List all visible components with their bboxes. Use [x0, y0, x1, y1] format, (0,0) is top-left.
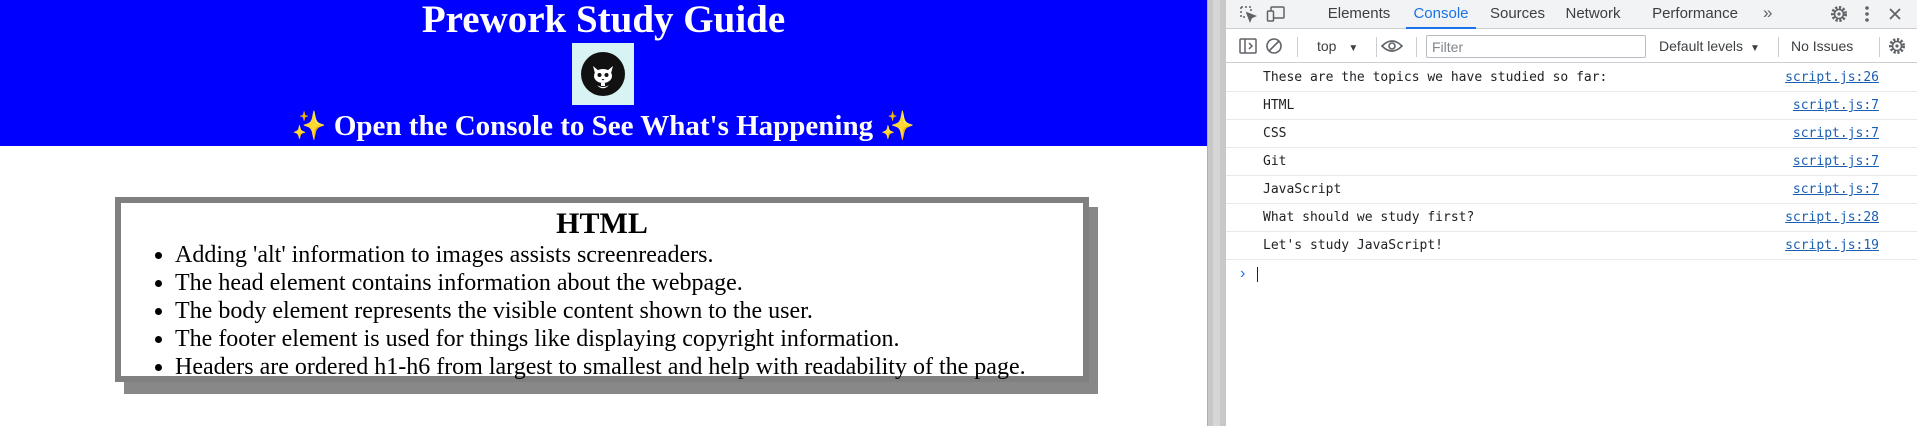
- log-levels-select[interactable]: Default levels ▼: [1659, 36, 1760, 56]
- sparkle-icon: ✨: [880, 111, 916, 142]
- chevron-down-icon: ▼: [1749, 43, 1760, 54]
- hero-header: Prework Study Guide ✨ Open the Console t…: [0, 0, 1207, 146]
- tab-elements[interactable]: Elements: [1319, 0, 1399, 29]
- list-item: The body element represents the visible …: [175, 297, 1075, 325]
- device-toolbar-icon[interactable]: [1265, 3, 1287, 25]
- devtools-panel: Elements Console Sources Network Perform…: [1226, 0, 1917, 426]
- toolbar-divider: [1297, 37, 1298, 57]
- filter-input[interactable]: [1426, 35, 1646, 58]
- source-link[interactable]: script.js:7: [1793, 92, 1879, 120]
- console-output: These are the topics we have studied so …: [1226, 64, 1917, 288]
- kebab-menu-icon[interactable]: [1856, 3, 1878, 25]
- log-levels-value: Default levels: [1659, 38, 1744, 54]
- sidebar-toggle-icon[interactable]: [1237, 35, 1259, 57]
- toolbar-divider: [1376, 37, 1377, 57]
- list-item: Adding 'alt' information to images assis…: [175, 241, 1075, 269]
- more-tabs-button[interactable]: »: [1763, 0, 1772, 29]
- console-message: What should we study first?: [1263, 210, 1475, 225]
- console-settings-gear-icon[interactable]: [1886, 35, 1908, 57]
- sparkle-icon: ✨: [291, 111, 327, 142]
- console-message: HTML: [1263, 98, 1295, 113]
- console-message-row: These are the topics we have studied so …: [1226, 64, 1917, 92]
- console-message: These are the topics we have studied so …: [1263, 70, 1608, 85]
- list-item: Headers are ordered h1-h6 from largest t…: [175, 353, 1075, 381]
- context-value: top: [1317, 38, 1337, 54]
- console-message-row: Git script.js:7: [1226, 148, 1917, 176]
- issues-button[interactable]: No Issues: [1791, 36, 1853, 56]
- tab-console[interactable]: Console: [1406, 0, 1476, 29]
- splitter-grip[interactable]: [1213, 0, 1220, 426]
- subtitle-text: Open the Console to See What's Happening: [333, 110, 874, 142]
- card-title: HTML: [556, 207, 648, 240]
- console-toolbar: top ▼ Default levels ▼ No Issues: [1226, 30, 1917, 63]
- tab-sources[interactable]: Sources: [1484, 0, 1551, 29]
- console-message: JavaScript: [1263, 182, 1342, 197]
- source-link[interactable]: script.js:26: [1785, 64, 1879, 92]
- study-card: HTML Adding 'alt' information to images …: [115, 197, 1089, 382]
- chevron-down-icon: ▼: [1348, 43, 1359, 54]
- console-message: CSS: [1263, 126, 1287, 141]
- tab-network[interactable]: Network: [1557, 0, 1629, 29]
- console-message-row: CSS script.js:7: [1226, 120, 1917, 148]
- console-prompt[interactable]: ›: [1226, 260, 1917, 288]
- source-link[interactable]: script.js:28: [1785, 204, 1879, 232]
- devtools-tab-bar: Elements Console Sources Network Perform…: [1226, 0, 1917, 29]
- prompt-chevron-icon: ›: [1240, 265, 1246, 282]
- list-item: The footer element is used for things li…: [175, 325, 1075, 353]
- close-icon[interactable]: [1884, 3, 1906, 25]
- toolbar-divider: [1879, 37, 1880, 57]
- console-message: Let's study JavaScript!: [1263, 238, 1444, 253]
- toolbar-divider: [1778, 37, 1779, 57]
- eye-icon[interactable]: [1381, 35, 1403, 57]
- page-subtitle: ✨ Open the Console to See What's Happeni…: [0, 108, 1207, 145]
- list-item: The head element contains information ab…: [175, 269, 1075, 297]
- tab-performance[interactable]: Performance: [1640, 0, 1750, 29]
- inspect-element-icon[interactable]: [1237, 3, 1259, 25]
- page-title: Prework Study Guide: [421, 0, 786, 41]
- console-message-row: JavaScript script.js:7: [1226, 176, 1917, 204]
- source-link[interactable]: script.js:19: [1785, 232, 1879, 260]
- console-message-row: HTML script.js:7: [1226, 92, 1917, 120]
- toolbar-divider: [1416, 37, 1417, 57]
- settings-gear-icon[interactable]: [1828, 3, 1850, 25]
- cat-avatar-icon: [581, 52, 625, 96]
- logo: [572, 43, 634, 105]
- console-message-row: Let's study JavaScript! script.js:19: [1226, 232, 1917, 260]
- card-list: Adding 'alt' information to images assis…: [175, 241, 1075, 381]
- source-link[interactable]: script.js:7: [1793, 176, 1879, 204]
- clear-console-icon[interactable]: [1263, 35, 1285, 57]
- source-link[interactable]: script.js:7: [1793, 120, 1879, 148]
- context-select[interactable]: top ▼: [1317, 36, 1358, 56]
- text-caret: [1257, 267, 1258, 282]
- console-message: Git: [1263, 154, 1287, 169]
- source-link[interactable]: script.js:7: [1793, 148, 1879, 176]
- page-viewport: Prework Study Guide ✨ Open the Console t…: [0, 0, 1207, 426]
- console-message-row: What should we study first? script.js:28: [1226, 204, 1917, 232]
